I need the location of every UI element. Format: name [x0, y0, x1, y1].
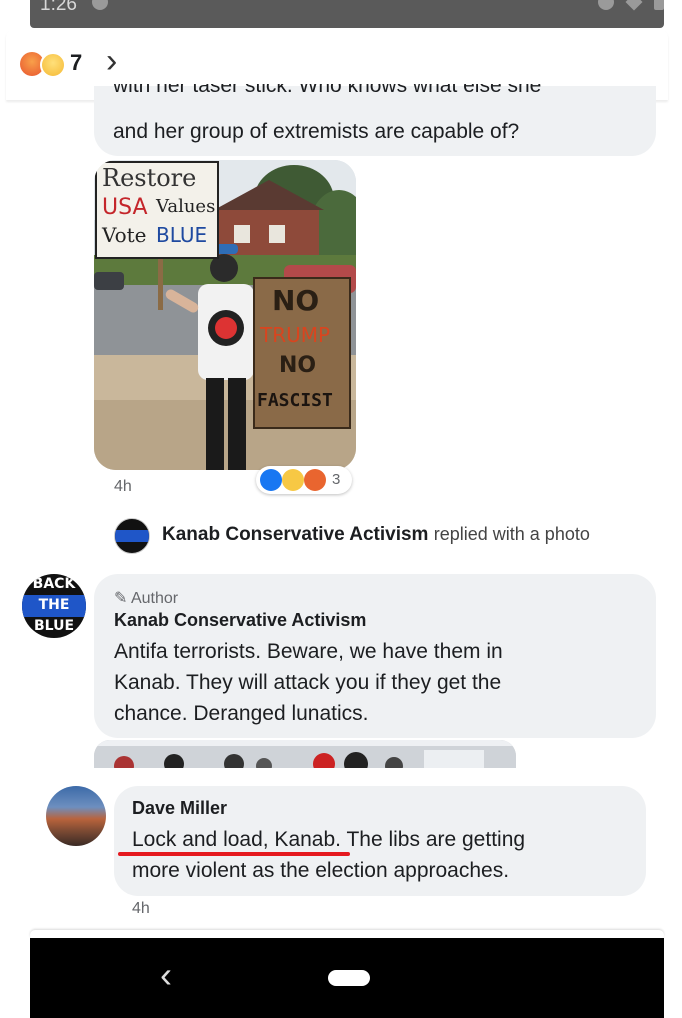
- author-badge-label: Author: [130, 590, 179, 607]
- navigation-bar: ‹: [30, 938, 664, 1018]
- status-time: 1:26: [40, 0, 77, 15]
- like-reaction-icon: [260, 469, 282, 491]
- status-bar: 1:26: [30, 0, 664, 28]
- sad-reaction-icon: [40, 52, 66, 78]
- sign-text: NO: [272, 284, 319, 317]
- comment-text-clipped: with her taser stick. Who knows what els…: [113, 84, 541, 102]
- comment-timestamp[interactable]: 4h: [132, 900, 150, 918]
- author-badge: ✎ Author: [114, 588, 178, 608]
- sign-text: FASCIST: [257, 390, 333, 411]
- reactions-pill[interactable]: 3: [256, 466, 352, 494]
- sign-text: Values: [155, 196, 215, 217]
- sign-text: Restore: [102, 164, 196, 192]
- battery-icon: [654, 0, 664, 10]
- signal-icon: [598, 0, 614, 10]
- notification-icon: [92, 0, 108, 10]
- page-avatar[interactable]: BACK THE BLUE: [22, 574, 86, 638]
- protest-photo[interactable]: Restore USA Values Vote BLUE NO TRUMP NO…: [94, 160, 356, 470]
- page-avatar-small[interactable]: [114, 518, 150, 554]
- sign-text: Vote: [101, 223, 147, 247]
- sign-text: BLUE: [156, 223, 207, 247]
- photo-timestamp[interactable]: 4h: [114, 478, 132, 496]
- reply-notice[interactable]: Kanab Conservative Activism replied with…: [162, 524, 590, 546]
- attached-photo-clipped[interactable]: [94, 740, 516, 768]
- comment-bubble: Dave Miller Lock and load, Kanab. The li…: [114, 786, 646, 896]
- comment-text-line: Antifa terrorists. Beware, we have them …: [114, 640, 503, 663]
- reply-notice-page-name: Kanab Conservative Activism: [162, 524, 429, 545]
- comment-author-name[interactable]: Dave Miller: [132, 798, 227, 819]
- sign-text: USA: [102, 195, 148, 220]
- chevron-right-icon[interactable]: ›: [106, 42, 117, 81]
- badge-text: THE: [38, 597, 70, 613]
- red-underline-annotation: [118, 852, 350, 856]
- reaction-count: 3: [332, 471, 341, 488]
- comment-author-name[interactable]: Kanab Conservative Activism: [114, 610, 366, 631]
- user-avatar[interactable]: [46, 786, 106, 846]
- comment-bubble: ✎ Author Kanab Conservative Activism Ant…: [94, 574, 656, 738]
- reply-notice-action: replied with a photo: [433, 524, 590, 544]
- comment-text-line: with her taser stick. Who knows what els…: [113, 84, 542, 97]
- comment-text-line: Kanab. They will attack you if they get …: [114, 671, 502, 694]
- sign-text: NO: [279, 353, 316, 378]
- sign-text: TRUMP: [259, 323, 330, 347]
- wow-reaction-icon: [282, 469, 304, 491]
- pencil-icon: ✎: [114, 590, 128, 607]
- comment-text-line: Lock and load, Kanab. The libs are getti…: [132, 828, 526, 851]
- badge-text: BACK: [32, 576, 76, 592]
- home-pill-icon[interactable]: [328, 970, 370, 986]
- wifi-icon: [625, 0, 643, 11]
- protest-photo-illustration: Restore USA Values Vote BLUE NO TRUMP NO…: [94, 160, 356, 470]
- comment-text-line: more violent as the election approaches.: [132, 859, 510, 882]
- reaction-count: 7: [70, 50, 83, 75]
- angry-reaction-icon: [304, 469, 326, 491]
- badge-text: BLUE: [33, 618, 75, 634]
- back-icon[interactable]: ‹: [160, 954, 172, 996]
- comment-text-line: chance. Deranged lunatics.: [114, 702, 369, 725]
- attached-photo-illustration: [94, 740, 516, 768]
- comment-text-line: and her group of extremists are capable …: [113, 120, 520, 143]
